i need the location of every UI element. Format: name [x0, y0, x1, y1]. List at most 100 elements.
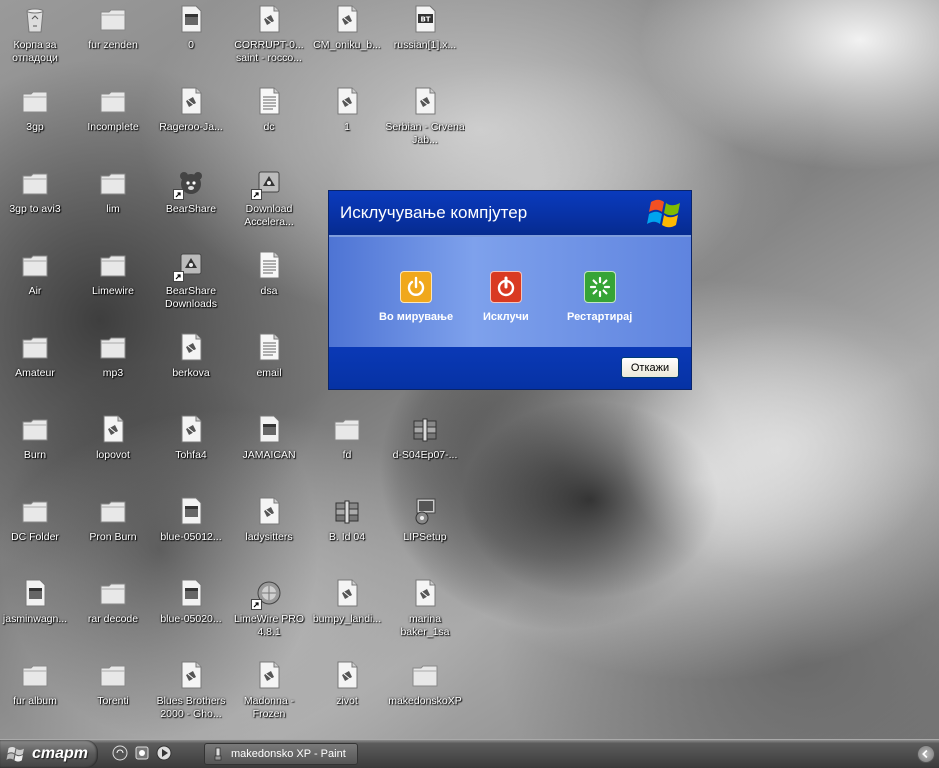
desktop-icon[interactable]: berkova: [151, 330, 231, 410]
start-button[interactable]: старт: [0, 740, 98, 768]
desktop-icon[interactable]: fur album: [0, 658, 75, 738]
desktop-icon[interactable]: blue-05020...: [151, 576, 231, 656]
desktop-icon[interactable]: email: [229, 330, 309, 410]
desktop-icon[interactable]: BearShare Downloads: [151, 248, 231, 328]
desktop-icon[interactable]: fur zenden: [73, 2, 153, 82]
folder-icon: [21, 660, 49, 690]
desktop-icon[interactable]: LIPSetup: [385, 494, 465, 574]
desktop-icon[interactable]: Burn: [0, 412, 75, 492]
desktop-icon-label: Rageroo-Ja...: [159, 121, 223, 133]
text-icon: [255, 332, 283, 362]
desktop-icon[interactable]: Air: [0, 248, 75, 328]
tray-expand-icon[interactable]: [917, 745, 935, 763]
desktop-icon[interactable]: dsa: [229, 248, 309, 328]
desktop-icon[interactable]: Serbian - Crvena Jab...: [385, 84, 465, 164]
desktop-icon[interactable]: LimeWire PRO 4.8.1: [229, 576, 309, 656]
folder-icon: [99, 660, 127, 690]
desktop-icon[interactable]: Madonna - Frozen: [229, 658, 309, 738]
media-icon: [255, 496, 283, 526]
quicklaunch-player-icon[interactable]: [156, 745, 172, 761]
recycle-icon: [21, 4, 49, 34]
desktop-icon[interactable]: Limewire: [73, 248, 153, 328]
desktop-icon[interactable]: marina baker_1sa: [385, 576, 465, 656]
desktop-icon[interactable]: 0: [151, 2, 231, 82]
desktop-icon[interactable]: BearShare: [151, 166, 231, 246]
desktop-icon[interactable]: DC Folder: [0, 494, 75, 574]
desktop-icon[interactable]: dc: [229, 84, 309, 164]
desktop-icon[interactable]: mp3: [73, 330, 153, 410]
media-icon: [177, 660, 205, 690]
svg-text:BT: BT: [420, 16, 430, 24]
bt-icon: BT: [411, 4, 439, 34]
desktop-icon[interactable]: JAMAICAN: [229, 412, 309, 492]
desktop-icon[interactable]: 3gp: [0, 84, 75, 164]
desktop-icon-label: 1: [344, 121, 350, 133]
desktop-icon[interactable]: bumpy_landi...: [307, 576, 387, 656]
cancel-button[interactable]: Откажи: [621, 357, 679, 378]
media-icon: [177, 414, 205, 444]
media-icon: [411, 578, 439, 608]
standby-label: Во мирување: [379, 311, 454, 323]
desktop-icon-label: Burn: [23, 449, 47, 461]
desktop-icon-label: DC Folder: [11, 531, 59, 543]
video-icon: [21, 578, 49, 608]
archive-icon: [333, 496, 361, 526]
desktop-icon-label: blue-05012...: [160, 531, 222, 543]
desktop-icon[interactable]: 1: [307, 84, 387, 164]
restart-icon: [589, 276, 610, 298]
turnoff-label: Исклучи: [483, 311, 529, 323]
desktop-icon-label: Serbian - Crvena Jab...: [385, 121, 465, 146]
desktop-icon[interactable]: CORRUPT-0... saint - rocco...: [229, 2, 309, 82]
desktop-icon-label: 3gp to avi3: [9, 203, 61, 215]
bear-icon: [173, 168, 205, 200]
desktop-icon-label: email: [256, 367, 282, 379]
desktop-icon[interactable]: rar decode: [73, 576, 153, 656]
desktop-icon-label: d-S04Ep07-...: [392, 449, 458, 461]
restart-button[interactable]: [583, 271, 616, 303]
text-icon: [255, 250, 283, 280]
desktop-icon-label: Limewire: [91, 285, 134, 297]
standby-button[interactable]: [400, 271, 433, 303]
desktop-icon[interactable]: 3gp to avi3: [0, 166, 75, 246]
restart-label: Рестартирај: [567, 311, 633, 323]
desktop-icon[interactable]: Pron Burn: [73, 494, 153, 574]
desktop-icon[interactable]: B. Id 04: [307, 494, 387, 574]
desktop-icon-label: fur album: [13, 695, 57, 707]
windows-logo-icon: [6, 746, 24, 762]
windows-logo-icon: [647, 199, 680, 228]
taskbar-button-label: makedonsko XP - Paint: [231, 748, 346, 760]
folder-icon: [21, 250, 49, 280]
desktop-icon[interactable]: Incomplete: [73, 84, 153, 164]
desktop-icon[interactable]: d-S04Ep07-...: [385, 412, 465, 492]
desktop-icon[interactable]: BT russian[1].x...: [385, 2, 465, 82]
quicklaunch-desktop-icon[interactable]: [134, 745, 150, 761]
desktop-icon[interactable]: Torenti: [73, 658, 153, 738]
desktop-icon[interactable]: zivot: [307, 658, 387, 738]
power-icon: [407, 276, 425, 296]
taskbar: старт makedonsko XP - Paint: [0, 739, 939, 768]
desktop-icon[interactable]: lim: [73, 166, 153, 246]
taskbar-button-paint[interactable]: makedonsko XP - Paint: [204, 743, 358, 765]
folder-icon: [99, 578, 127, 608]
desktop-icon[interactable]: Rageroo-Ja...: [151, 84, 231, 164]
shortcut-arrow-icon: [173, 189, 184, 200]
desktop-icon[interactable]: fd: [307, 412, 387, 492]
desktop-icon[interactable]: Корпа за отпадоци: [0, 2, 75, 82]
folder-icon: [21, 168, 49, 198]
desktop-icon[interactable]: Amateur: [0, 330, 75, 410]
desktop-icon-label: Pron Burn: [89, 531, 137, 543]
folder-icon: [99, 332, 127, 362]
desktop-icon-label: blue-05020...: [160, 613, 222, 625]
desktop-icon[interactable]: ladysitters: [229, 494, 309, 574]
desktop-icon[interactable]: lopovot: [73, 412, 153, 492]
quicklaunch-media-icon[interactable]: [112, 745, 128, 761]
turnoff-button[interactable]: [489, 271, 522, 303]
desktop-icon[interactable]: jasminwagn...: [0, 576, 75, 656]
desktop-icon[interactable]: Tohfa4: [151, 412, 231, 492]
desktop-icon[interactable]: Blues Brothers 2000 - Gho...: [151, 658, 231, 738]
desktop-icon-label: mp3: [102, 367, 124, 379]
desktop-icon[interactable]: CM_oniku_b...: [307, 2, 387, 82]
desktop-icon[interactable]: Download Accelera...: [229, 166, 309, 246]
desktop-icon[interactable]: makedonskoXP: [385, 658, 465, 738]
desktop-icon[interactable]: blue-05012...: [151, 494, 231, 574]
